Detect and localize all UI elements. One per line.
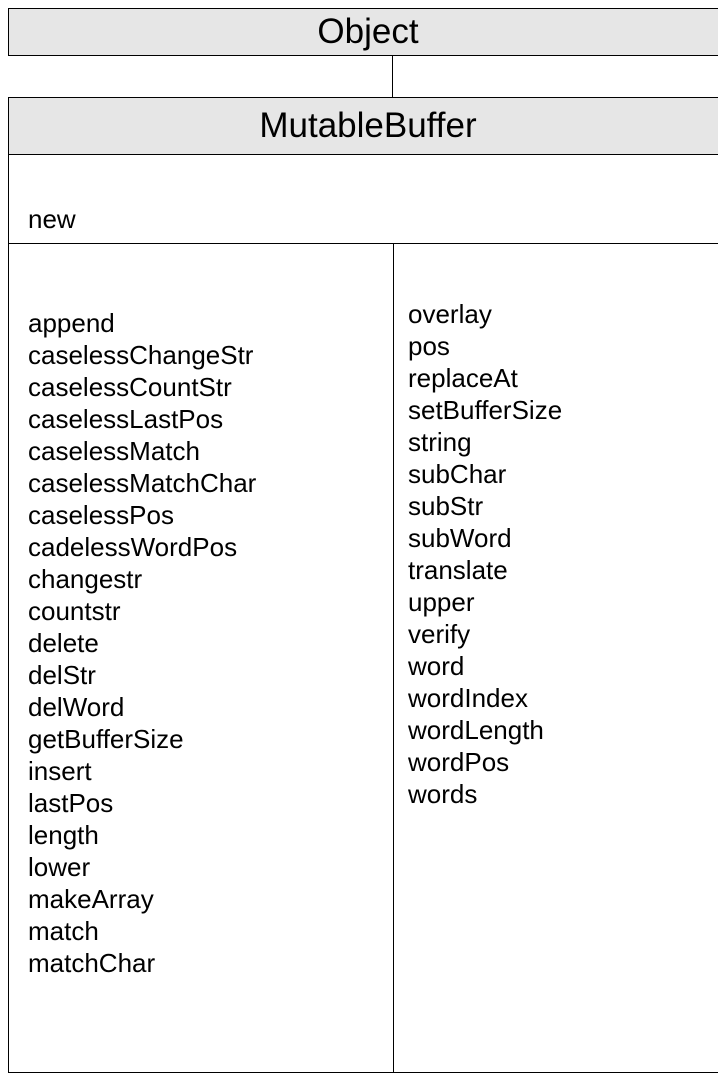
class-method-new: new — [28, 204, 76, 234]
method-item: verify — [408, 619, 471, 649]
method-item: caselessMatch — [28, 436, 200, 466]
method-item: replaceAt — [408, 363, 518, 393]
methods-column-right: overlay pos replaceAt setBufferSize string su… — [408, 298, 562, 810]
method-item: getBufferSize — [28, 724, 184, 754]
methods-column-divider — [393, 244, 394, 1072]
method-item: subChar — [408, 459, 507, 489]
class-name-header: MutableBuffer — [8, 97, 718, 155]
method-item: match — [28, 916, 99, 946]
method-item: caselessPos — [28, 500, 174, 530]
method-item: translate — [408, 555, 508, 585]
method-item: subStr — [408, 491, 484, 521]
method-item: append — [28, 308, 115, 338]
method-item: lastPos — [28, 788, 114, 818]
method-item: insert — [28, 756, 92, 786]
method-item: wordLength — [408, 715, 544, 745]
class-methods-compartment: new — [8, 154, 718, 244]
method-item: caselessMatchChar — [28, 468, 257, 498]
method-item: upper — [408, 587, 475, 617]
method-item: caselessChangeStr — [28, 340, 254, 370]
method-item: delWord — [28, 692, 125, 722]
method-item: caselessLastPos — [28, 404, 224, 434]
method-item: countstr — [28, 596, 121, 626]
method-item: pos — [408, 331, 450, 361]
method-item: string — [408, 427, 472, 457]
method-item: changestr — [28, 564, 143, 594]
method-item: wordPos — [408, 747, 510, 777]
method-item: setBufferSize — [408, 395, 563, 425]
method-item: matchChar — [28, 948, 156, 978]
instance-methods-compartment: append caselessChangeStr caselessCountStr c… — [8, 243, 718, 1073]
method-item: cadelessWordPos — [28, 532, 238, 562]
superclass-name: Object — [317, 12, 419, 51]
method-item: caselessCountStr — [28, 372, 232, 402]
method-item: word — [408, 651, 465, 681]
inheritance-connector-line — [392, 56, 393, 98]
method-item: delStr — [28, 660, 96, 690]
methods-column-left: append caselessChangeStr caselessCountStr c… — [28, 307, 256, 979]
method-item: delete — [28, 628, 99, 658]
method-item: lower — [28, 852, 91, 882]
method-item: length — [28, 820, 99, 850]
method-item: makeArray — [28, 884, 154, 914]
method-item: wordIndex — [408, 683, 528, 713]
class-name: MutableBuffer — [259, 106, 477, 145]
method-item: overlay — [408, 299, 492, 329]
superclass-object-box: Object — [8, 8, 718, 56]
method-item: subWord — [408, 523, 512, 553]
method-item: words — [408, 779, 478, 809]
